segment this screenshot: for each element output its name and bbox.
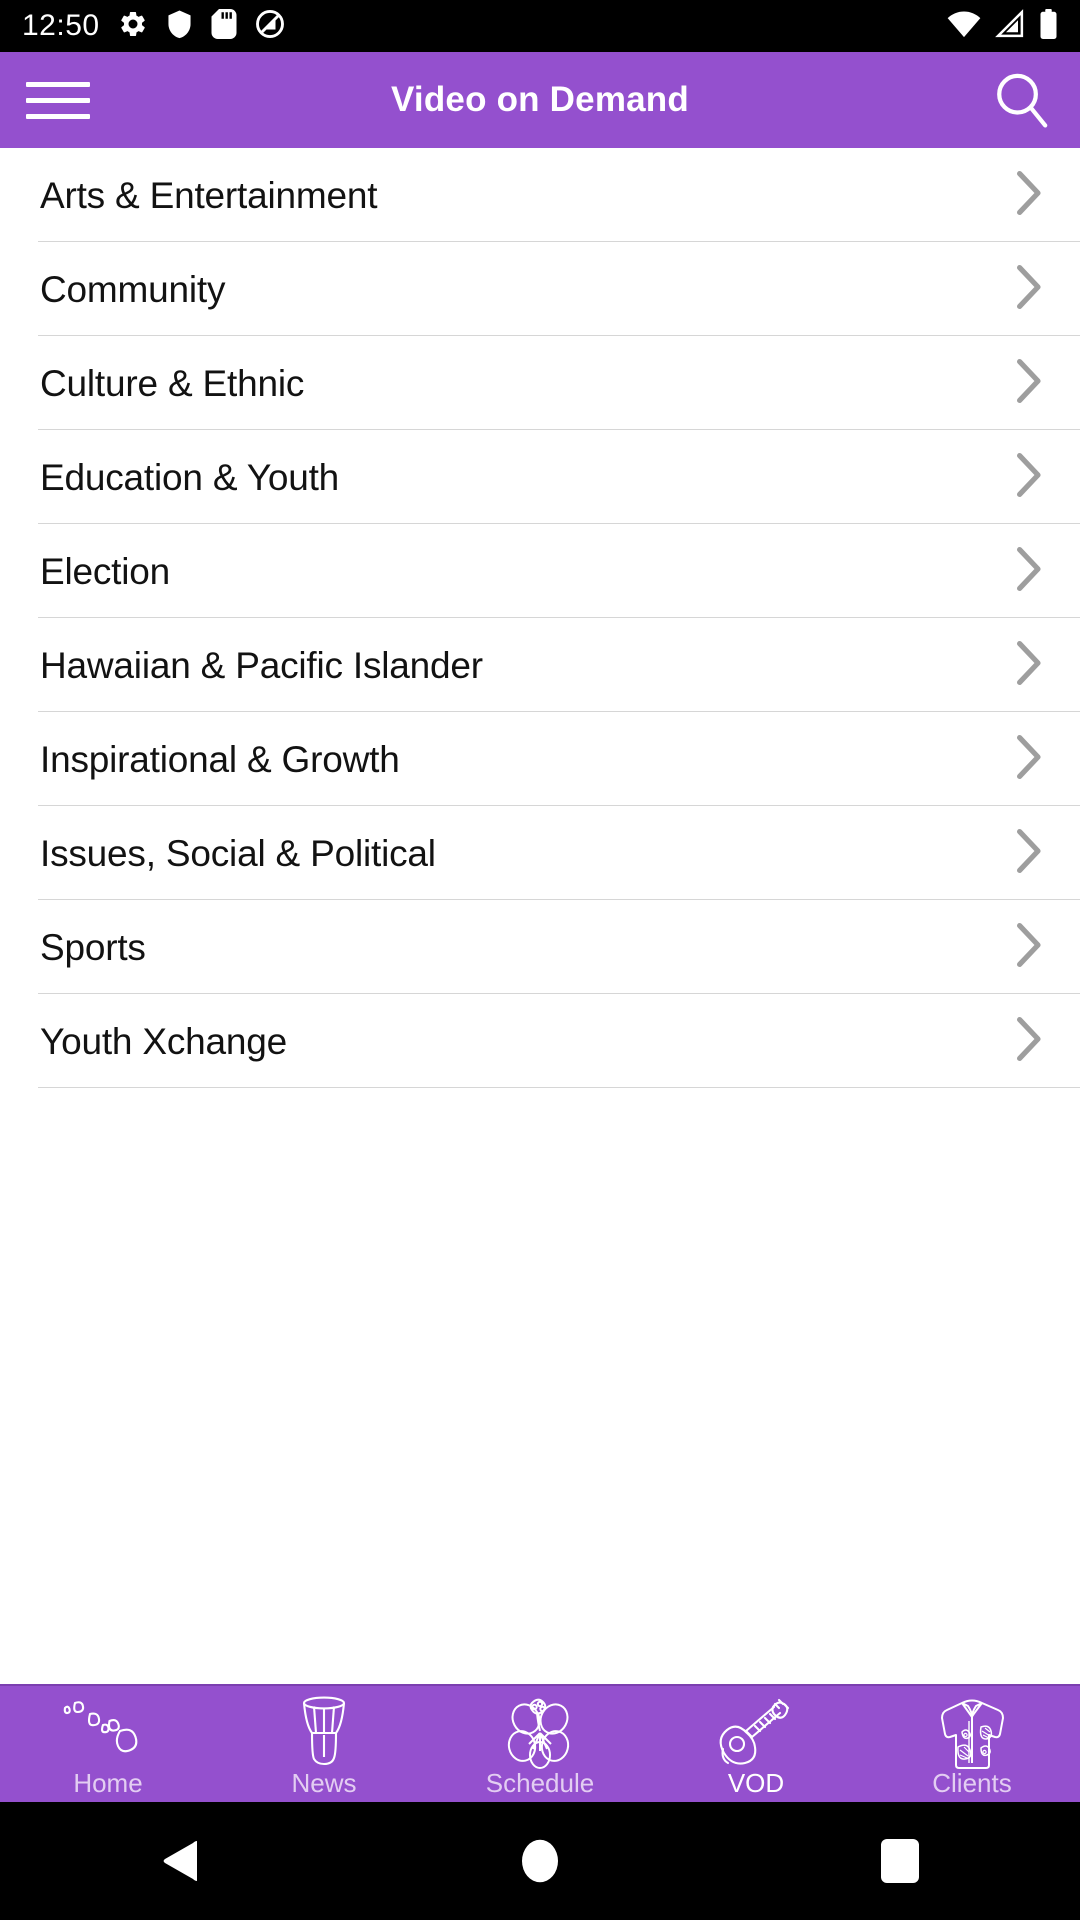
list-item-label: Sports: [40, 926, 146, 968]
list-item[interactable]: Community: [0, 242, 1080, 336]
chevron-right-icon: [1016, 264, 1042, 315]
list-item[interactable]: Issues, Social & Political: [0, 806, 1080, 900]
list-item[interactable]: Arts & Entertainment: [0, 148, 1080, 242]
nav-label-home: Home: [73, 1768, 143, 1798]
chevron-right-icon: [1016, 358, 1042, 409]
nav-item-vod[interactable]: VOD: [648, 1686, 864, 1802]
chevron-right-icon: [1016, 546, 1042, 597]
chevron-right-icon: [1016, 640, 1042, 691]
nav-label-schedule: Schedule: [485, 1768, 595, 1798]
list-item-label: Culture & Ethnic: [40, 362, 305, 404]
hibiscus-flower-icon: [500, 1696, 580, 1769]
system-navigation-bar: [0, 1802, 1080, 1920]
list-item[interactable]: Culture & Ethnic: [0, 336, 1080, 430]
nav-label-news: News: [291, 1768, 357, 1798]
list-item-label: Issues, Social & Political: [40, 832, 436, 874]
nav-item-clients[interactable]: Clients: [864, 1686, 1080, 1802]
list-item-label: Arts & Entertainment: [40, 174, 378, 216]
status-clock: 12:50: [22, 9, 100, 42]
hamburger-bar: [26, 81, 90, 87]
app-screen: 12:50 Video on Demand Arts & Entertainme…: [0, 0, 1080, 1920]
nav-item-home[interactable]: Home: [0, 1686, 216, 1802]
ukulele-icon: [713, 1696, 799, 1768]
list-item[interactable]: Hawaiian & Pacific Islander: [0, 618, 1080, 712]
status-bar-right: [947, 8, 1058, 44]
chevron-right-icon: [1016, 170, 1042, 221]
chevron-right-icon: [1016, 828, 1042, 879]
category-list: Arts & Entertainment Community Culture &…: [0, 148, 1080, 1684]
nav-item-news[interactable]: News: [216, 1686, 432, 1802]
hamburger-menu-icon[interactable]: [26, 75, 90, 125]
status-bar: 12:50: [0, 0, 1080, 52]
recents-square-icon[interactable]: [840, 1821, 960, 1901]
chevron-right-icon: [1016, 452, 1042, 503]
hamburger-bar: [26, 113, 90, 119]
chevron-right-icon: [1016, 922, 1042, 973]
chevron-right-icon: [1016, 1016, 1042, 1067]
list-item[interactable]: Election: [0, 524, 1080, 618]
page-title: Video on Demand: [391, 80, 689, 119]
home-circle-icon[interactable]: [480, 1821, 600, 1901]
hawaiian-islands-icon: [54, 1696, 162, 1768]
bottom-navigation: Home News Schedule VOD Clients: [0, 1684, 1080, 1802]
search-icon[interactable]: [990, 68, 1054, 132]
back-triangle-icon[interactable]: [120, 1821, 240, 1901]
wifi-icon: [947, 9, 981, 44]
ipu-drum-icon: [291, 1696, 357, 1768]
list-item-label: Inspirational & Growth: [40, 738, 400, 780]
list-item-label: Community: [40, 268, 226, 310]
list-item-label: Election: [40, 550, 171, 592]
list-item-label: Education & Youth: [40, 456, 340, 498]
chevron-right-icon: [1016, 734, 1042, 785]
battery-icon: [1039, 8, 1058, 44]
list-item[interactable]: Inspirational & Growth: [0, 712, 1080, 806]
hamburger-bar: [26, 97, 90, 103]
nav-label-clients: Clients: [932, 1768, 1012, 1798]
list-item[interactable]: Sports: [0, 900, 1080, 994]
sd-card-icon: [211, 8, 237, 44]
list-item-label: Hawaiian & Pacific Islander: [40, 644, 483, 686]
list-item-label: Youth Xchange: [40, 1020, 288, 1062]
settings-gear-icon: [118, 9, 148, 44]
status-bar-left: 12:50: [22, 8, 285, 44]
list-item[interactable]: Education & Youth: [0, 430, 1080, 524]
shield-icon: [166, 9, 193, 44]
cellular-signal-icon: [995, 8, 1025, 44]
app-bar: Video on Demand: [0, 52, 1080, 148]
nav-item-schedule[interactable]: Schedule: [432, 1686, 648, 1802]
list-item[interactable]: Youth Xchange: [0, 994, 1080, 1088]
silent-mode-icon: [255, 9, 285, 44]
nav-label-vod: VOD: [727, 1768, 785, 1798]
aloha-shirt-icon: [933, 1696, 1011, 1769]
